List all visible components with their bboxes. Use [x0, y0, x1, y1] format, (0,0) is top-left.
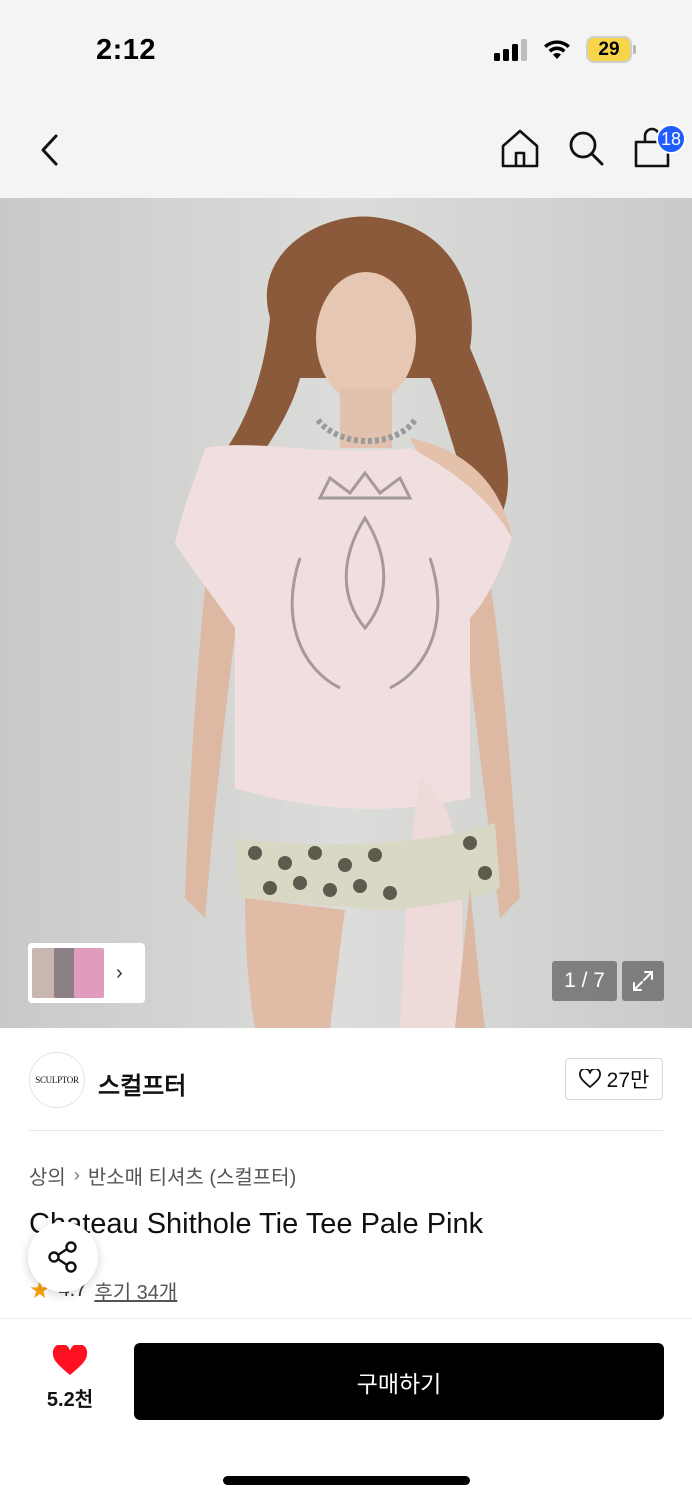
- brand-name[interactable]: 스컬프터: [98, 1066, 186, 1101]
- reviews-link[interactable]: 후기 34개: [94, 1276, 177, 1305]
- nav-actions: 18: [500, 124, 686, 170]
- battery-indicator: 29: [586, 36, 636, 63]
- back-button[interactable]: [30, 128, 70, 172]
- product-title: Chateau Shithole Tie Tee Pale Pink: [29, 1208, 484, 1240]
- share-button[interactable]: [28, 1222, 98, 1292]
- brand-like-count: 27만: [606, 1069, 650, 1092]
- thumbnail-3[interactable]: [74, 948, 104, 998]
- bottom-action-bar: 5.2천 구매하기: [0, 1318, 692, 1500]
- battery-cap: [633, 45, 636, 54]
- status-bar: 2:12 29: [0, 0, 692, 100]
- status-time: 2:12: [96, 34, 157, 66]
- product-photo: [0, 198, 692, 1028]
- thumbnail-next-icon: ›: [116, 961, 123, 984]
- cellular-signal-icon: [494, 38, 527, 61]
- search-icon: [569, 131, 604, 166]
- expand-image-button[interactable]: [622, 961, 664, 1001]
- search-button[interactable]: [566, 126, 606, 170]
- battery-level: 29: [586, 36, 632, 63]
- status-icons: 29: [494, 36, 636, 63]
- brand-row[interactable]: SCULPTOR 스컬프터 27만: [0, 1032, 692, 1130]
- home-icon: [501, 129, 539, 168]
- divider: [29, 1130, 663, 1131]
- breadcrumb-level2[interactable]: 반소매 티셔츠 (스컬프터): [88, 1161, 296, 1190]
- nav-header: 18: [0, 100, 692, 198]
- brand-logo[interactable]: SCULPTOR: [29, 1052, 85, 1108]
- heart-outline-icon: [578, 1069, 601, 1088]
- cart-button[interactable]: 18: [632, 124, 686, 170]
- breadcrumb-level1[interactable]: 상의: [29, 1161, 66, 1190]
- image-page-indicator: 1 / 7: [552, 961, 617, 1001]
- home-indicator: [223, 1476, 470, 1485]
- expand-icon: [633, 971, 653, 991]
- thumbnail-strip[interactable]: ›: [28, 943, 145, 1003]
- share-icon: [48, 1241, 77, 1273]
- product-image[interactable]: › 1 / 7: [0, 198, 692, 1028]
- home-button[interactable]: [500, 126, 540, 170]
- wishlist-count: 5.2천: [46, 1389, 94, 1411]
- wifi-icon: [544, 39, 570, 59]
- heart-filled-icon: [52, 1345, 88, 1375]
- back-icon: [41, 134, 58, 166]
- cart-count-badge: 18: [656, 124, 686, 154]
- buy-button[interactable]: 구매하기: [134, 1343, 664, 1420]
- breadcrumb: 상의 › 반소매 티셔츠 (스컬프터): [29, 1161, 296, 1190]
- wishlist-button[interactable]: 5.2천: [30, 1345, 110, 1419]
- brand-like-button[interactable]: 27만: [565, 1058, 663, 1100]
- breadcrumb-separator-icon: ›: [73, 1165, 80, 1185]
